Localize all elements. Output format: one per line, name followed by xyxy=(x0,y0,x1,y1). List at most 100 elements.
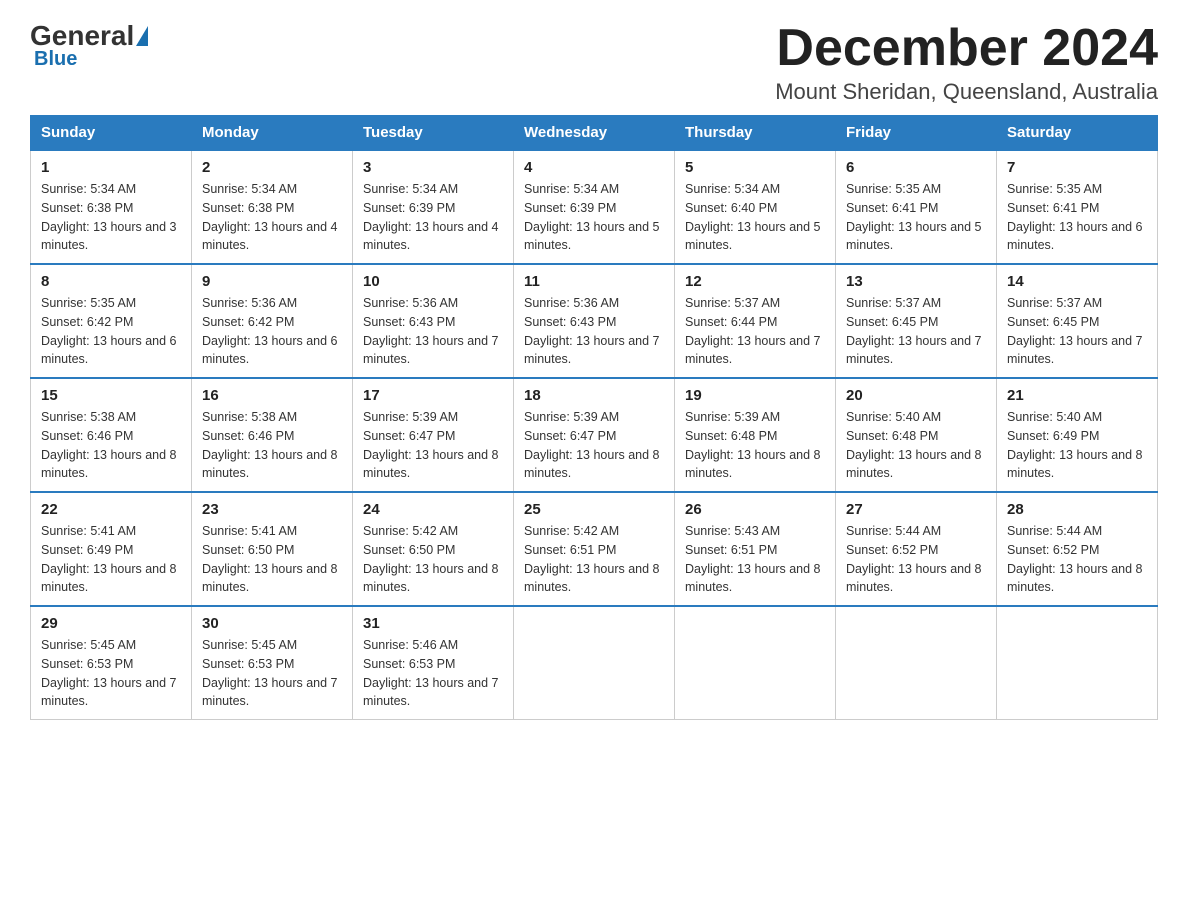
calendar-cell: 21 Sunrise: 5:40 AMSunset: 6:49 PMDaylig… xyxy=(997,378,1158,492)
page-header: General Blue December 2024 Mount Sherida… xyxy=(30,20,1158,105)
day-info: Sunrise: 5:36 AMSunset: 6:43 PMDaylight:… xyxy=(363,294,503,369)
calendar-cell: 15 Sunrise: 5:38 AMSunset: 6:46 PMDaylig… xyxy=(31,378,192,492)
day-info: Sunrise: 5:38 AMSunset: 6:46 PMDaylight:… xyxy=(202,408,342,483)
day-number: 11 xyxy=(524,273,664,290)
calendar-cell xyxy=(675,606,836,720)
logo-triangle-icon xyxy=(136,26,148,46)
day-number: 23 xyxy=(202,501,342,518)
day-number: 17 xyxy=(363,387,503,404)
day-number: 12 xyxy=(685,273,825,290)
day-number: 26 xyxy=(685,501,825,518)
day-info: Sunrise: 5:35 AMSunset: 6:42 PMDaylight:… xyxy=(41,294,181,369)
day-number: 27 xyxy=(846,501,986,518)
calendar-cell: 29 Sunrise: 5:45 AMSunset: 6:53 PMDaylig… xyxy=(31,606,192,720)
day-number: 9 xyxy=(202,273,342,290)
day-info: Sunrise: 5:39 AMSunset: 6:48 PMDaylight:… xyxy=(685,408,825,483)
day-number: 20 xyxy=(846,387,986,404)
day-number: 24 xyxy=(363,501,503,518)
day-info: Sunrise: 5:44 AMSunset: 6:52 PMDaylight:… xyxy=(1007,522,1147,597)
calendar-cell: 26 Sunrise: 5:43 AMSunset: 6:51 PMDaylig… xyxy=(675,492,836,606)
day-number: 22 xyxy=(41,501,181,518)
calendar-cell: 31 Sunrise: 5:46 AMSunset: 6:53 PMDaylig… xyxy=(353,606,514,720)
day-info: Sunrise: 5:41 AMSunset: 6:49 PMDaylight:… xyxy=(41,522,181,597)
calendar-cell: 24 Sunrise: 5:42 AMSunset: 6:50 PMDaylig… xyxy=(353,492,514,606)
calendar-cell: 22 Sunrise: 5:41 AMSunset: 6:49 PMDaylig… xyxy=(31,492,192,606)
day-info: Sunrise: 5:37 AMSunset: 6:45 PMDaylight:… xyxy=(1007,294,1147,369)
day-info: Sunrise: 5:36 AMSunset: 6:42 PMDaylight:… xyxy=(202,294,342,369)
day-number: 1 xyxy=(41,159,181,176)
calendar-cell xyxy=(514,606,675,720)
calendar-cell: 1 Sunrise: 5:34 AMSunset: 6:38 PMDayligh… xyxy=(31,150,192,264)
calendar-cell: 19 Sunrise: 5:39 AMSunset: 6:48 PMDaylig… xyxy=(675,378,836,492)
day-number: 8 xyxy=(41,273,181,290)
day-number: 4 xyxy=(524,159,664,176)
calendar-cell: 11 Sunrise: 5:36 AMSunset: 6:43 PMDaylig… xyxy=(514,264,675,378)
day-number: 2 xyxy=(202,159,342,176)
day-info: Sunrise: 5:42 AMSunset: 6:51 PMDaylight:… xyxy=(524,522,664,597)
day-number: 10 xyxy=(363,273,503,290)
calendar-cell xyxy=(997,606,1158,720)
calendar-cell: 25 Sunrise: 5:42 AMSunset: 6:51 PMDaylig… xyxy=(514,492,675,606)
weekday-header-row: SundayMondayTuesdayWednesdayThursdayFrid… xyxy=(31,116,1158,151)
calendar-cell: 10 Sunrise: 5:36 AMSunset: 6:43 PMDaylig… xyxy=(353,264,514,378)
day-number: 30 xyxy=(202,615,342,632)
day-number: 21 xyxy=(1007,387,1147,404)
day-info: Sunrise: 5:40 AMSunset: 6:48 PMDaylight:… xyxy=(846,408,986,483)
calendar-cell: 20 Sunrise: 5:40 AMSunset: 6:48 PMDaylig… xyxy=(836,378,997,492)
day-number: 28 xyxy=(1007,501,1147,518)
day-number: 31 xyxy=(363,615,503,632)
day-number: 25 xyxy=(524,501,664,518)
month-title: December 2024 xyxy=(775,20,1158,77)
week-row-3: 15 Sunrise: 5:38 AMSunset: 6:46 PMDaylig… xyxy=(31,378,1158,492)
calendar-cell: 18 Sunrise: 5:39 AMSunset: 6:47 PMDaylig… xyxy=(514,378,675,492)
calendar-cell: 3 Sunrise: 5:34 AMSunset: 6:39 PMDayligh… xyxy=(353,150,514,264)
weekday-header-friday: Friday xyxy=(836,116,997,151)
calendar-cell: 14 Sunrise: 5:37 AMSunset: 6:45 PMDaylig… xyxy=(997,264,1158,378)
calendar-cell: 17 Sunrise: 5:39 AMSunset: 6:47 PMDaylig… xyxy=(353,378,514,492)
calendar-cell: 13 Sunrise: 5:37 AMSunset: 6:45 PMDaylig… xyxy=(836,264,997,378)
calendar-cell: 4 Sunrise: 5:34 AMSunset: 6:39 PMDayligh… xyxy=(514,150,675,264)
calendar-cell: 30 Sunrise: 5:45 AMSunset: 6:53 PMDaylig… xyxy=(192,606,353,720)
weekday-header-wednesday: Wednesday xyxy=(514,116,675,151)
day-info: Sunrise: 5:37 AMSunset: 6:44 PMDaylight:… xyxy=(685,294,825,369)
calendar-cell: 5 Sunrise: 5:34 AMSunset: 6:40 PMDayligh… xyxy=(675,150,836,264)
calendar-cell: 28 Sunrise: 5:44 AMSunset: 6:52 PMDaylig… xyxy=(997,492,1158,606)
day-number: 14 xyxy=(1007,273,1147,290)
day-info: Sunrise: 5:34 AMSunset: 6:38 PMDaylight:… xyxy=(41,180,181,255)
day-number: 13 xyxy=(846,273,986,290)
day-info: Sunrise: 5:39 AMSunset: 6:47 PMDaylight:… xyxy=(524,408,664,483)
week-row-2: 8 Sunrise: 5:35 AMSunset: 6:42 PMDayligh… xyxy=(31,264,1158,378)
location-title: Mount Sheridan, Queensland, Australia xyxy=(775,79,1158,105)
calendar-cell: 8 Sunrise: 5:35 AMSunset: 6:42 PMDayligh… xyxy=(31,264,192,378)
day-info: Sunrise: 5:36 AMSunset: 6:43 PMDaylight:… xyxy=(524,294,664,369)
calendar-cell: 9 Sunrise: 5:36 AMSunset: 6:42 PMDayligh… xyxy=(192,264,353,378)
weekday-header-tuesday: Tuesday xyxy=(353,116,514,151)
day-info: Sunrise: 5:38 AMSunset: 6:46 PMDaylight:… xyxy=(41,408,181,483)
calendar-cell xyxy=(836,606,997,720)
day-number: 3 xyxy=(363,159,503,176)
week-row-4: 22 Sunrise: 5:41 AMSunset: 6:49 PMDaylig… xyxy=(31,492,1158,606)
day-info: Sunrise: 5:41 AMSunset: 6:50 PMDaylight:… xyxy=(202,522,342,597)
day-number: 15 xyxy=(41,387,181,404)
day-info: Sunrise: 5:35 AMSunset: 6:41 PMDaylight:… xyxy=(1007,180,1147,255)
calendar-cell: 12 Sunrise: 5:37 AMSunset: 6:44 PMDaylig… xyxy=(675,264,836,378)
day-number: 19 xyxy=(685,387,825,404)
title-area: December 2024 Mount Sheridan, Queensland… xyxy=(775,20,1158,105)
day-info: Sunrise: 5:46 AMSunset: 6:53 PMDaylight:… xyxy=(363,636,503,711)
day-info: Sunrise: 5:45 AMSunset: 6:53 PMDaylight:… xyxy=(202,636,342,711)
calendar-cell: 23 Sunrise: 5:41 AMSunset: 6:50 PMDaylig… xyxy=(192,492,353,606)
day-number: 5 xyxy=(685,159,825,176)
calendar-cell: 2 Sunrise: 5:34 AMSunset: 6:38 PMDayligh… xyxy=(192,150,353,264)
day-info: Sunrise: 5:44 AMSunset: 6:52 PMDaylight:… xyxy=(846,522,986,597)
day-info: Sunrise: 5:34 AMSunset: 6:38 PMDaylight:… xyxy=(202,180,342,255)
day-info: Sunrise: 5:34 AMSunset: 6:40 PMDaylight:… xyxy=(685,180,825,255)
calendar-cell: 27 Sunrise: 5:44 AMSunset: 6:52 PMDaylig… xyxy=(836,492,997,606)
day-info: Sunrise: 5:45 AMSunset: 6:53 PMDaylight:… xyxy=(41,636,181,711)
day-info: Sunrise: 5:43 AMSunset: 6:51 PMDaylight:… xyxy=(685,522,825,597)
calendar-table: SundayMondayTuesdayWednesdayThursdayFrid… xyxy=(30,115,1158,720)
day-info: Sunrise: 5:34 AMSunset: 6:39 PMDaylight:… xyxy=(363,180,503,255)
day-info: Sunrise: 5:42 AMSunset: 6:50 PMDaylight:… xyxy=(363,522,503,597)
day-info: Sunrise: 5:35 AMSunset: 6:41 PMDaylight:… xyxy=(846,180,986,255)
logo-blue-text: Blue xyxy=(30,48,77,71)
day-number: 18 xyxy=(524,387,664,404)
